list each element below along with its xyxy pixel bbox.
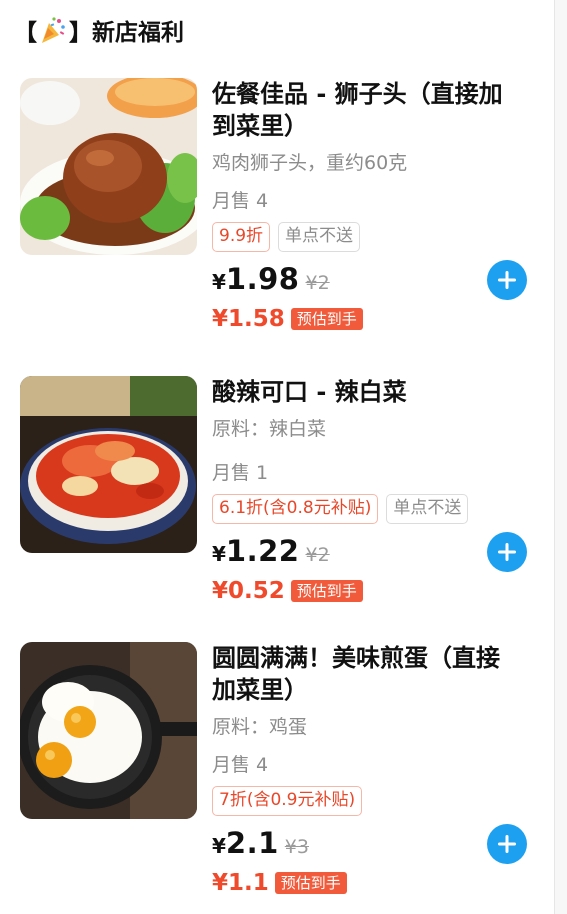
party-popper-icon [39, 15, 67, 45]
price-row: ¥ 1.22 ¥2 [212, 532, 537, 572]
section-header: 【 】 新店福利 [14, 12, 184, 48]
item-title-line: 佐餐佳品 - 狮子头（直接加 [212, 80, 503, 108]
price-row: ¥ 1.98 ¥2 [212, 260, 537, 300]
list-item[interactable]: 佐餐佳品 - 狮子头（直接加 到菜里） 鸡肉狮子头，重约60克 月售 4 9.9… [0, 78, 555, 348]
tag-row: 9.9折 单点不送 [212, 222, 537, 252]
discount-tag: 9.9折 [212, 222, 271, 252]
discount-tag: 7折(含0.9元补贴) [212, 786, 363, 816]
estimated-price-row: ¥0.52 预估到手 [212, 574, 537, 608]
add-to-cart-button[interactable] [487, 824, 527, 864]
currency-symbol: ¥ [212, 834, 226, 858]
currency-symbol: ¥ [212, 270, 226, 294]
estimated-badge: 预估到手 [290, 308, 363, 330]
tag-row: 7折(含0.9元补贴) [212, 786, 537, 816]
fried-egg-pan-photo[interactable] [20, 642, 197, 819]
kimchi-bowl-photo[interactable] [20, 376, 197, 553]
tag-row: 6.1折(含0.8元补贴) 单点不送 [212, 494, 537, 524]
list-item[interactable]: 酸辣可口 - 辣白菜 原料：辣白菜 月售 1 6.1折(含0.8元补贴) 单点不… [0, 376, 555, 646]
item-description: 鸡肉狮子头，重约60克 [212, 152, 408, 174]
monthly-sales: 月售 1 [212, 462, 269, 484]
estimated-price: ¥1.1 [212, 870, 269, 896]
item-info: 佐餐佳品 - 狮子头（直接加 到菜里） 鸡肉狮子头，重约60克 月售 4 9.9… [212, 78, 537, 336]
estimated-badge: 预估到手 [290, 580, 363, 602]
item-title[interactable]: 圆圆满满！美味煎蛋（直接 加菜里） [212, 642, 537, 706]
item-description: 原料：鸡蛋 [212, 716, 308, 738]
plus-icon [498, 835, 516, 853]
estimated-badge: 预估到手 [274, 872, 347, 894]
meatball-dish-photo[interactable] [20, 78, 197, 255]
estimated-price-row: ¥1.58 预估到手 [212, 302, 537, 336]
price-row: ¥ 2.1 ¥3 [212, 824, 537, 864]
item-title-line: 圆圆满满！美味煎蛋（直接 [212, 644, 500, 672]
discount-tag: 6.1折(含0.8元补贴) [212, 494, 379, 524]
no-single-delivery-tag: 单点不送 [386, 494, 469, 524]
item-info: 酸辣可口 - 辣白菜 原料：辣白菜 月售 1 6.1折(含0.8元补贴) 单点不… [212, 376, 537, 608]
estimated-price-row: ¥1.1 预估到手 [212, 866, 537, 900]
list-item[interactable]: 圆圆满满！美味煎蛋（直接 加菜里） 原料：鸡蛋 月售 4 7折(含0.9元补贴)… [0, 642, 555, 912]
plus-icon [498, 271, 516, 289]
original-price: ¥3 [284, 836, 309, 858]
monthly-sales: 月售 4 [212, 190, 269, 212]
item-title[interactable]: 佐餐佳品 - 狮子头（直接加 到菜里） [212, 78, 537, 142]
original-price: ¥2 [305, 272, 330, 294]
currency-symbol: ¥ [212, 542, 226, 566]
estimated-price: ¥1.58 [212, 306, 285, 332]
original-price: ¥2 [305, 544, 330, 566]
estimated-price: ¥0.52 [212, 578, 285, 604]
item-title-line: 酸辣可口 - 辣白菜 [212, 378, 407, 406]
section-title: 新店福利 [92, 20, 184, 46]
item-info: 圆圆满满！美味煎蛋（直接 加菜里） 原料：鸡蛋 月售 4 7折(含0.9元补贴)… [212, 642, 537, 900]
item-description: 原料：辣白菜 [212, 418, 327, 440]
current-price: 1.98 [225, 262, 300, 296]
item-title-line: 加菜里） [212, 676, 308, 704]
current-price: 1.22 [225, 534, 300, 568]
item-title-line: 到菜里） [212, 112, 308, 140]
bracket-close: 】 [69, 20, 92, 46]
add-to-cart-button[interactable] [487, 532, 527, 572]
monthly-sales: 月售 4 [212, 754, 269, 776]
scrollbar[interactable] [554, 0, 567, 914]
current-price: 2.1 [225, 826, 279, 860]
bracket-open: 【 [14, 20, 37, 46]
item-title[interactable]: 酸辣可口 - 辣白菜 [212, 376, 537, 408]
no-single-delivery-tag: 单点不送 [278, 222, 361, 252]
plus-icon [498, 543, 516, 561]
add-to-cart-button[interactable] [487, 260, 527, 300]
